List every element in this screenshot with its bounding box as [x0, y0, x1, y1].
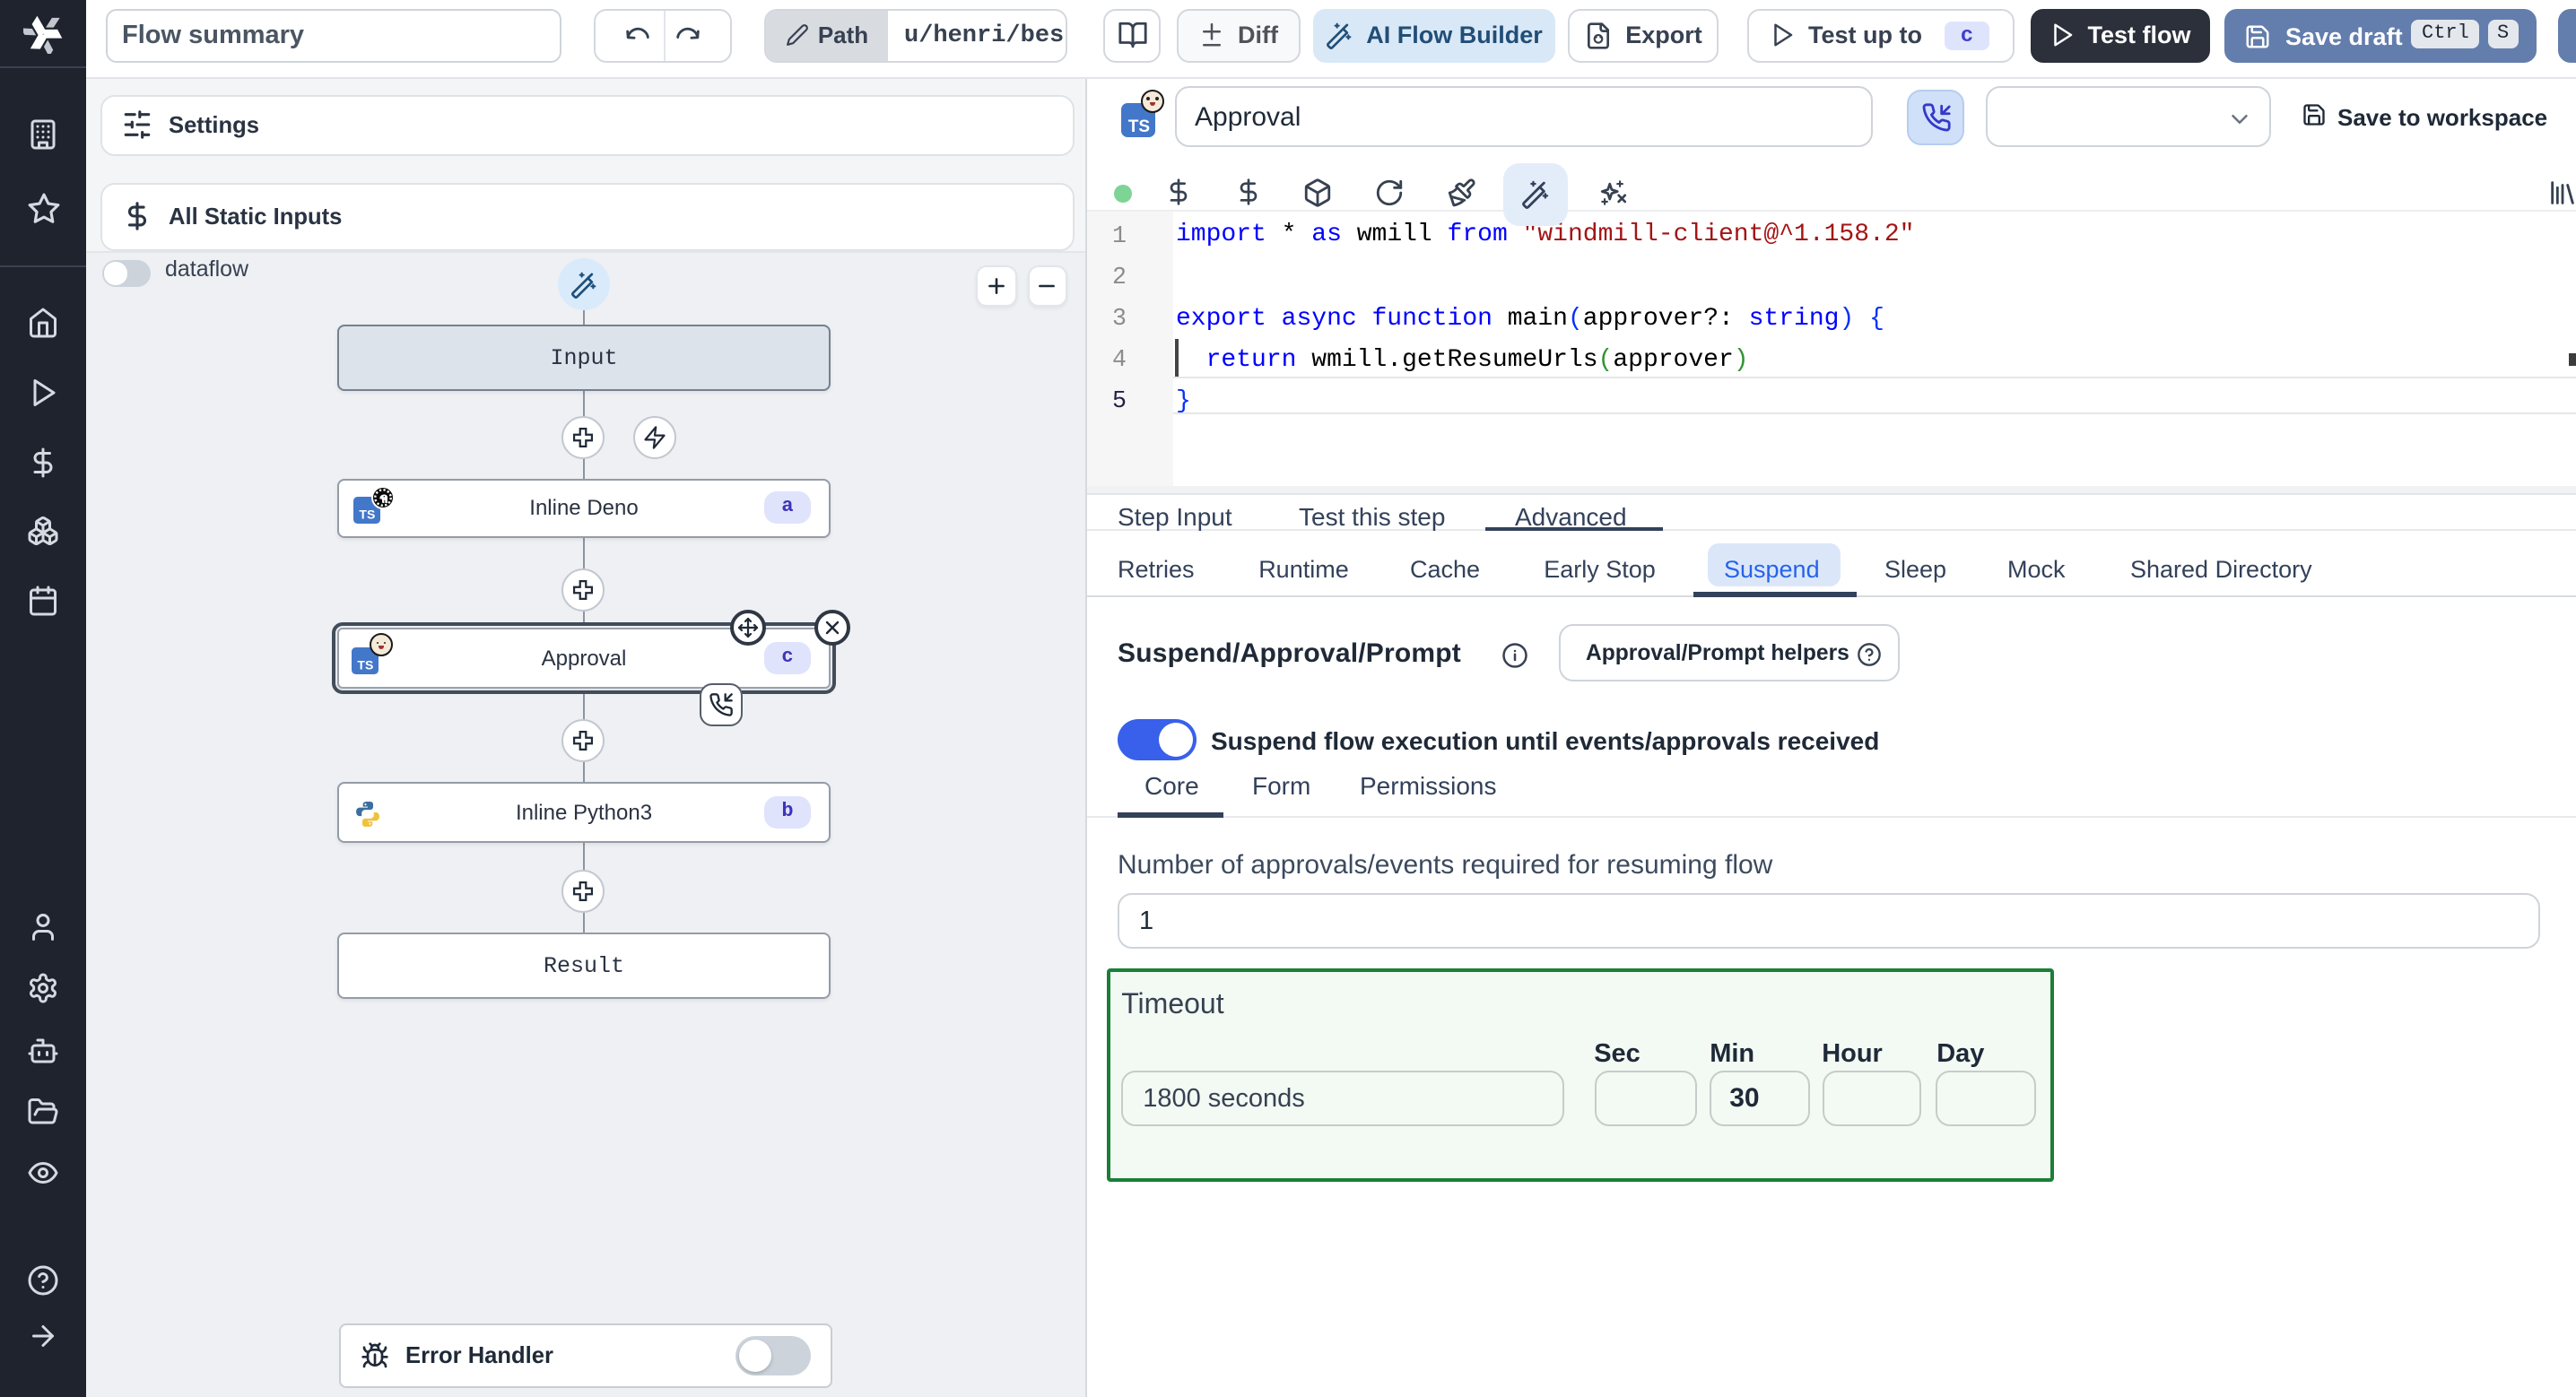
svg-text:TS: TS — [359, 507, 375, 521]
svg-text:TS: TS — [1128, 117, 1150, 136]
svg-text:TS: TS — [357, 656, 373, 671]
